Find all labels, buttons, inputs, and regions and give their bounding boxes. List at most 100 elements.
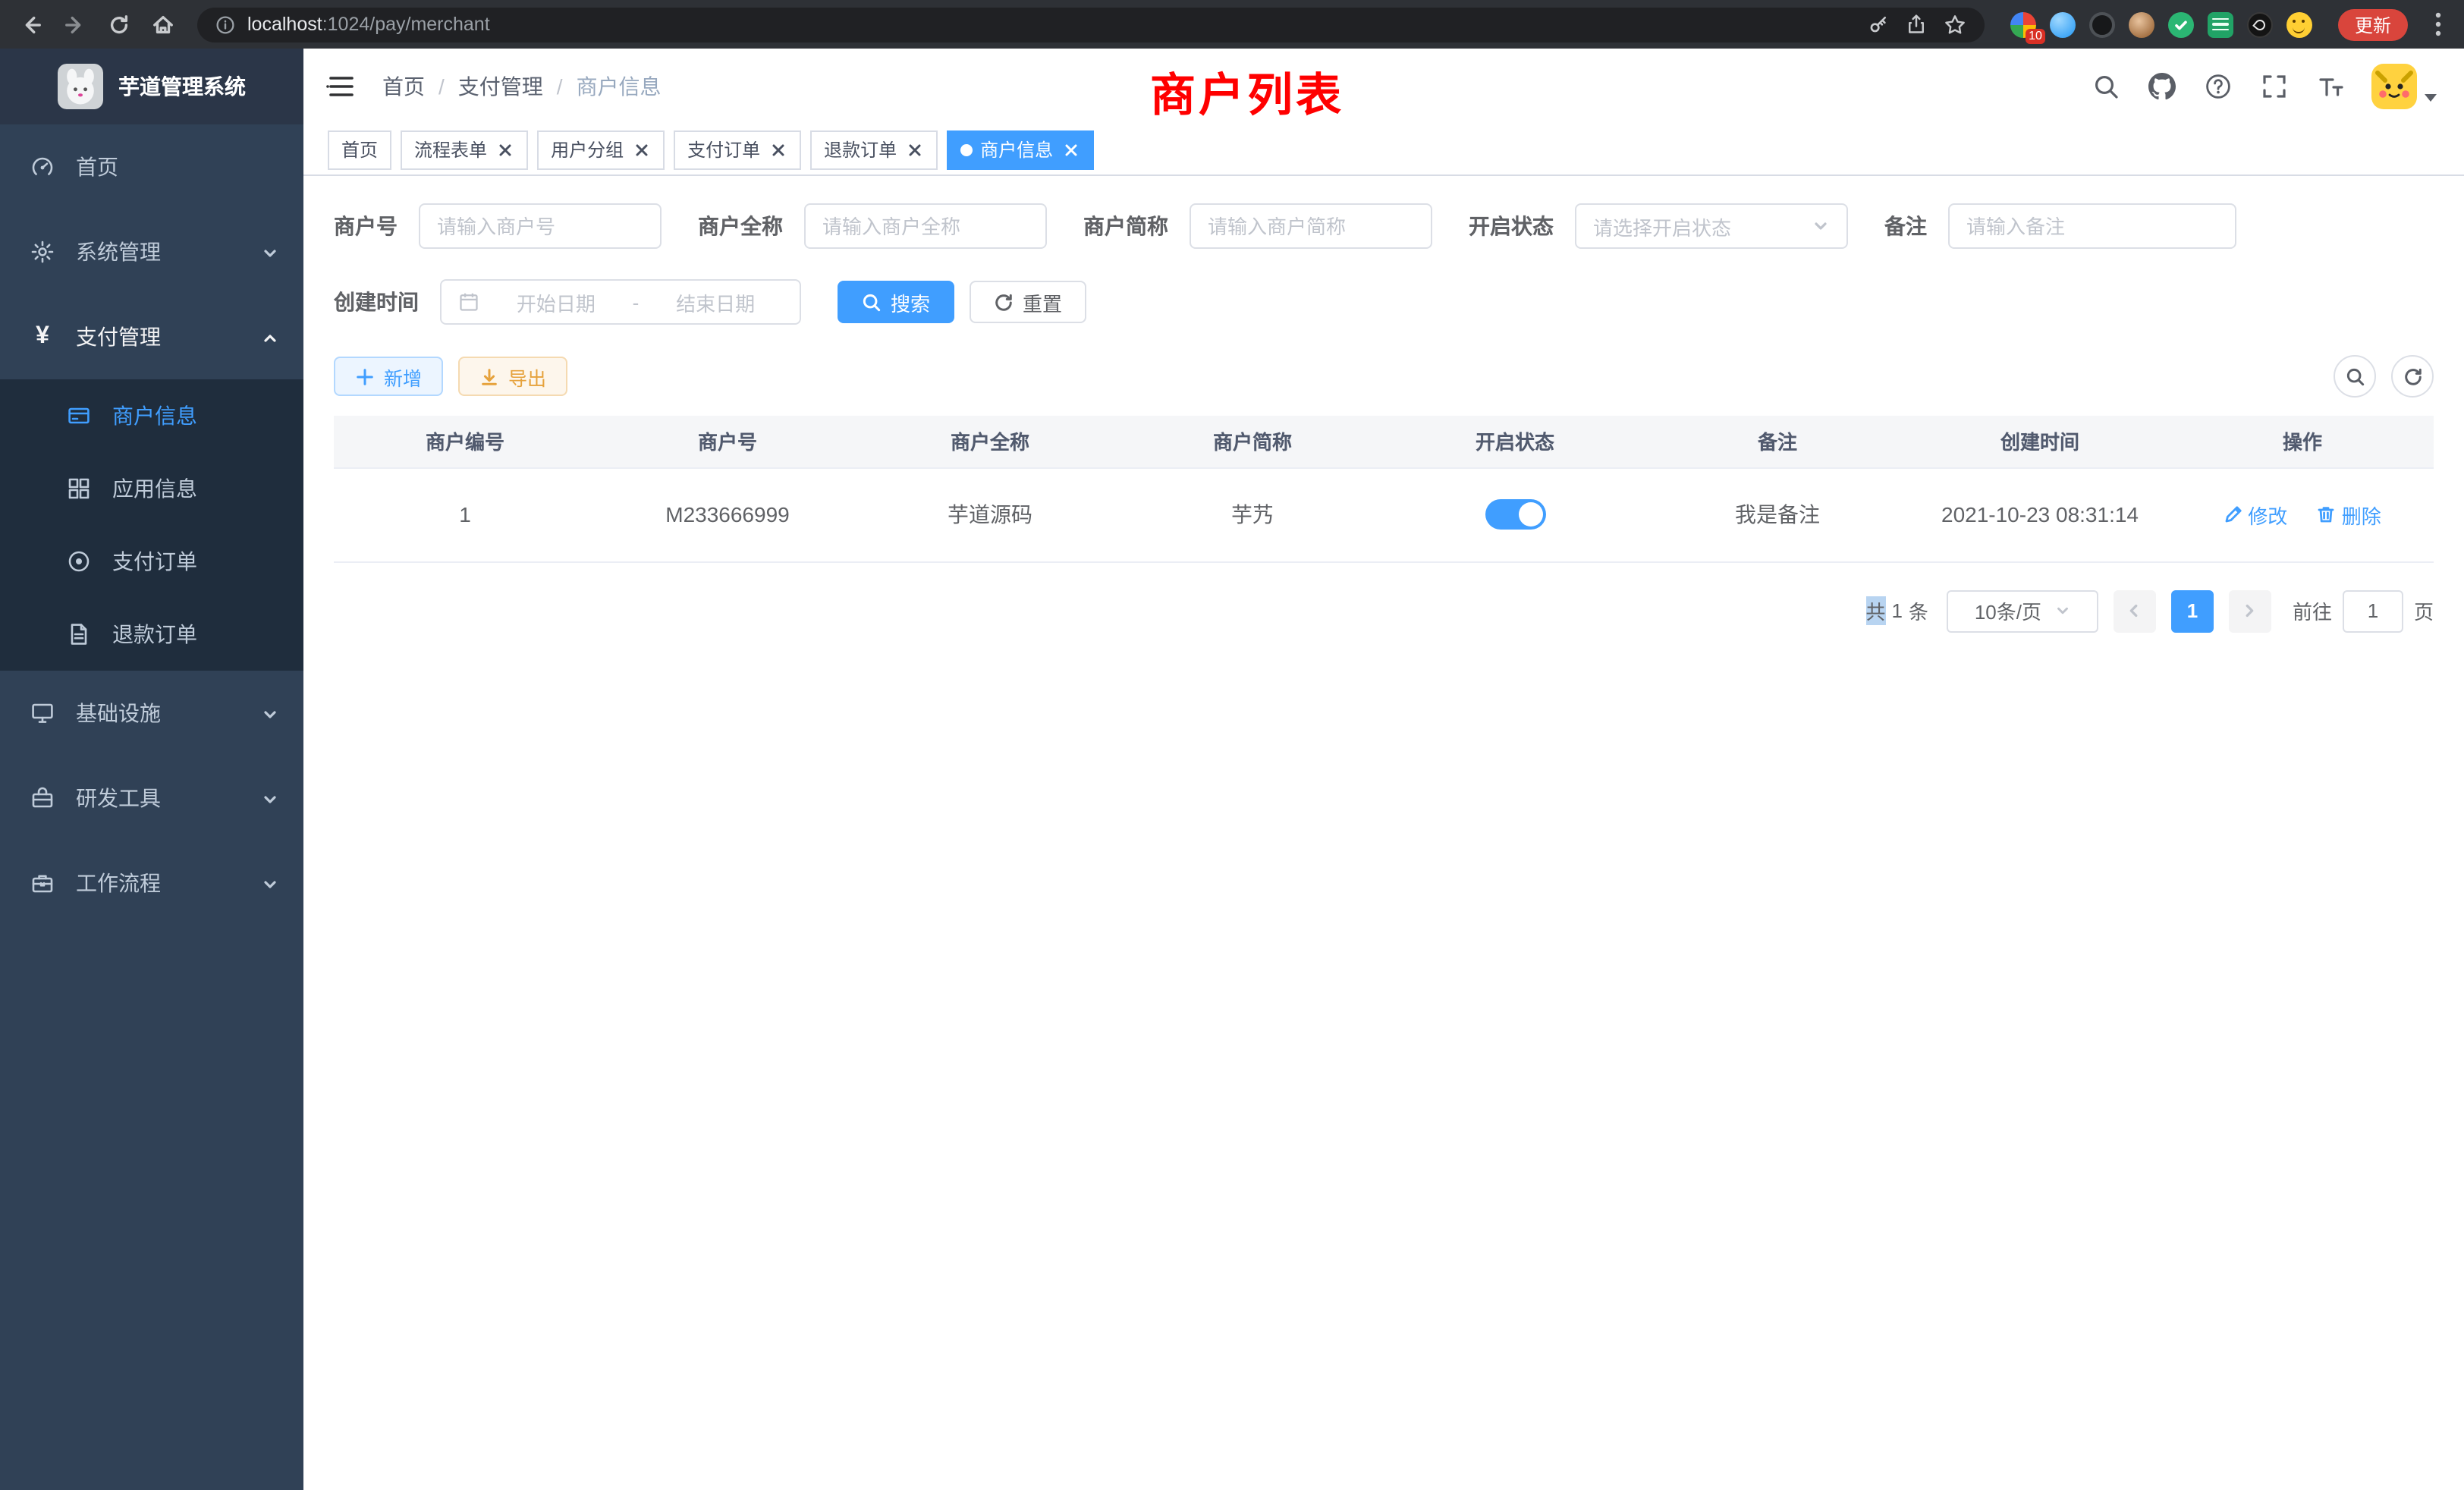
search-button[interactable]: 搜索 [838, 281, 954, 323]
document-icon [67, 622, 91, 646]
toggle-search-icon[interactable] [2334, 355, 2376, 398]
short-name-input[interactable] [1190, 203, 1432, 249]
close-icon[interactable] [495, 140, 514, 159]
close-icon[interactable] [904, 140, 924, 159]
sidebar-item-app-info[interactable]: 应用信息 [0, 452, 303, 525]
back-icon[interactable] [15, 9, 46, 39]
prev-page-button[interactable] [2114, 589, 2156, 632]
sidebar-item-home[interactable]: 首页 [0, 124, 303, 209]
extension-dark-icon[interactable] [2089, 11, 2115, 37]
date-range-picker[interactable]: 开始日期 - 结束日期 [440, 279, 801, 325]
password-key-icon[interactable] [1868, 14, 1889, 35]
extension-notes-icon[interactable] [2208, 11, 2233, 37]
chevron-down-icon [261, 704, 279, 722]
sidebar-item-infra[interactable]: 基础设施 [0, 671, 303, 756]
forward-icon[interactable] [59, 9, 90, 39]
sidebar-item-workflow[interactable]: 工作流程 [0, 841, 303, 926]
sidebar-item-refund-order[interactable]: 退款订单 [0, 598, 303, 671]
sidebar-toggle-icon[interactable] [325, 70, 358, 103]
address-bar[interactable]: localhost:1024/pay/merchant [197, 7, 1985, 42]
table-header-row: 商户编号 商户号 商户全称 商户简称 开启状态 备注 创建时间 操作 [334, 416, 2434, 467]
user-menu[interactable] [2371, 64, 2437, 109]
font-size-icon[interactable] [2315, 71, 2346, 102]
close-icon[interactable] [1061, 140, 1080, 159]
sidebar-item-payment[interactable]: ¥ 支付管理 [0, 294, 303, 379]
breadcrumb-payment[interactable]: 支付管理 [458, 71, 543, 102]
search-icon[interactable] [2091, 71, 2121, 102]
chevron-left-icon [2126, 602, 2143, 619]
close-icon[interactable] [768, 140, 787, 159]
close-icon[interactable] [631, 140, 651, 159]
sidebar-item-devtools[interactable]: 研发工具 [0, 756, 303, 841]
profile-avatar-icon[interactable] [2286, 11, 2312, 37]
export-button[interactable]: 导出 [458, 357, 567, 396]
app-logo[interactable]: 芋道管理系统 [0, 49, 303, 124]
extension-pinwheel-icon[interactable]: 10 [2010, 11, 2036, 37]
reload-icon[interactable] [103, 9, 134, 39]
help-icon[interactable] [2203, 71, 2233, 102]
record-icon [67, 549, 91, 574]
delete-link[interactable]: 删除 [2318, 500, 2381, 529]
goto-page-input[interactable] [2343, 589, 2403, 632]
merchant-id-input[interactable] [419, 203, 662, 249]
pagination: 共 1 条 10条/页 1 前往 页 [334, 562, 2434, 659]
briefcase-icon [30, 871, 55, 895]
extension-check-icon[interactable] [2168, 11, 2194, 37]
status-select[interactable]: 请选择开启状态 [1575, 203, 1848, 249]
chevron-down-icon [261, 874, 279, 892]
browser-menu-icon[interactable] [2428, 11, 2449, 38]
page-number-button[interactable]: 1 [2171, 589, 2214, 632]
column-header: 备注 [1646, 416, 1909, 467]
next-page-button[interactable] [2229, 589, 2271, 632]
sidebar-item-merchant-info[interactable]: 商户信息 [0, 379, 303, 452]
extension-knot-icon[interactable] [2247, 11, 2273, 37]
refresh-table-icon[interactable] [2391, 355, 2434, 398]
date-separator: - [633, 291, 640, 313]
status-toggle[interactable] [1485, 499, 1545, 530]
tab-user-group[interactable]: 用户分组 [537, 130, 665, 169]
tab-merchant-info[interactable]: 商户信息 [947, 130, 1094, 169]
fullscreen-icon[interactable] [2259, 71, 2290, 102]
extension-drop-icon[interactable] [2050, 11, 2076, 37]
extension-avatar-icon[interactable] [2129, 11, 2154, 37]
tab-home[interactable]: 首页 [328, 130, 391, 169]
cell-merchant-id: 1 [334, 467, 596, 561]
edit-link[interactable]: 修改 [2224, 500, 2287, 529]
page-size-select[interactable]: 10条/页 [1947, 589, 2098, 632]
column-header: 创建时间 [1909, 416, 2171, 467]
sidebar-item-system[interactable]: 系统管理 [0, 209, 303, 294]
browser-update-button[interactable]: 更新 [2338, 8, 2408, 40]
sidebar-item-label: 退款订单 [112, 619, 197, 649]
sidebar-item-label: 研发工具 [76, 783, 161, 813]
extensions-row: 10 [2010, 11, 2312, 37]
column-header: 商户简称 [1121, 416, 1384, 467]
tab-pay-order[interactable]: 支付订单 [674, 130, 801, 169]
remark-input[interactable] [1948, 203, 2236, 249]
bookmark-star-icon[interactable] [1944, 13, 1966, 36]
top-navbar: 首页 / 支付管理 / 商户信息 商户列表 [303, 49, 2464, 124]
pencil-icon [2224, 505, 2242, 523]
pagination-total: 共 1 条 [1865, 596, 1928, 625]
full-name-input[interactable] [804, 203, 1047, 249]
download-icon [479, 366, 499, 386]
tab-refund-order[interactable]: 退款订单 [810, 130, 938, 169]
date-start-placeholder[interactable]: 开始日期 [489, 288, 624, 316]
site-info-icon[interactable] [215, 14, 235, 34]
column-header: 商户编号 [334, 416, 596, 467]
sidebar-item-pay-order[interactable]: 支付订单 [0, 525, 303, 598]
filter-merchant-id: 商户号 [334, 203, 662, 249]
tab-process-form[interactable]: 流程表单 [401, 130, 528, 169]
github-icon[interactable] [2147, 71, 2177, 102]
date-end-placeholder[interactable]: 结束日期 [648, 288, 783, 316]
reset-button[interactable]: 重置 [970, 281, 1086, 323]
chevron-down-icon [261, 789, 279, 807]
home-icon[interactable] [147, 9, 178, 39]
share-icon[interactable] [1906, 14, 1927, 35]
filter-short-name: 商户简称 [1083, 203, 1432, 249]
chevron-down-icon [2054, 602, 2070, 619]
tags-view: 首页 流程表单 用户分组 支付订单 退款订单 商户信息 [303, 124, 2464, 176]
sidebar-item-label: 工作流程 [76, 868, 161, 898]
add-button[interactable]: 新增 [334, 357, 443, 396]
breadcrumb-home[interactable]: 首页 [382, 71, 425, 102]
user-avatar[interactable] [2371, 64, 2417, 109]
